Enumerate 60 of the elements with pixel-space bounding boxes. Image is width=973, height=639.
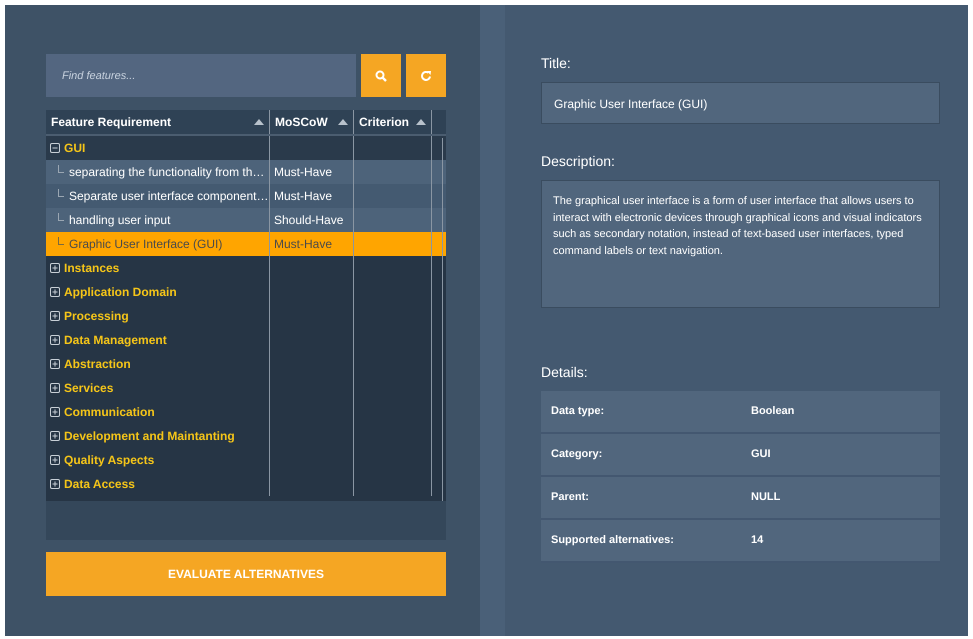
detail-key: Category: [551,448,602,460]
branch-line-icon [58,213,64,221]
moscow-value: Must-Have [274,188,332,205]
feature-name: Separate user interface component… [69,188,268,205]
feature-name: Graphic User Interface (GUI) [69,236,222,253]
expand-icon[interactable] [50,311,60,321]
detail-value: 14 [751,533,764,548]
group-label[interactable]: Processing [64,307,129,325]
group-label[interactable]: Data Access [64,475,135,493]
section-label: Details: [541,363,589,382]
sort-icon [254,119,264,125]
expand-icon[interactable] [50,263,60,273]
sort-icon [338,119,348,125]
column-header[interactable]: MoSCoW [270,110,354,134]
tree-row[interactable]: Graphic User Interface (GUI) Must-Have [46,232,446,256]
detail-value: GUI [751,447,771,462]
tree-row[interactable]: separating the functionality from th… Must-Have [46,160,446,184]
group-label[interactable]: Data Management [64,331,167,349]
refresh-icon [420,70,432,82]
tree-row[interactable]: Separate user interface component… Must-Have [46,184,446,208]
sort-icon [416,119,426,125]
expand-icon[interactable] [50,407,60,417]
group-label[interactable]: Application Domain [64,283,177,301]
expand-icon[interactable] [50,383,60,393]
expand-icon[interactable] [50,431,60,441]
group-label[interactable]: Abstraction [64,355,131,373]
detail-key: Parent: [551,491,589,504]
branch-line-icon [58,237,64,245]
title-field[interactable]: Graphic User Interface (GUI) [541,82,940,124]
group-label[interactable]: Communication [64,403,155,421]
expand-icon[interactable] [50,287,60,297]
expand-icon[interactable] [50,455,60,465]
search-field[interactable]: Find features... [46,54,356,97]
collapse-icon[interactable] [50,143,60,153]
moscow-value: Must-Have [274,236,332,253]
expand-icon[interactable] [50,359,60,369]
group-label[interactable]: Instances [64,259,120,277]
branch-line-icon [58,189,64,197]
description-field[interactable]: The graphical user interface is a form of user interface that allows users to interact with electronic devices through graphical icons and visual indicators such as secondary notation, instead of text-based user interfaces, typed command labels or text navigation. [541,180,940,308]
tree-row[interactable]: handling user input Should-Have [46,208,446,232]
group-label[interactable]: GUI [64,139,86,157]
feature-name: separating the functionality from th… [69,164,264,181]
column-header[interactable]: Criterion [354,110,432,134]
group-label[interactable]: Services [64,379,114,397]
detail-key: Supported alternatives: [551,534,674,546]
group-label[interactable]: Development and Maintanting [64,427,235,445]
detail-key: Data type: [551,405,604,418]
search-icon [375,70,387,82]
expand-icon[interactable] [50,335,60,345]
moscow-value: Should-Have [274,212,344,229]
moscow-value: Must-Have [274,164,332,181]
detail-value: Boolean [751,404,794,420]
group-label[interactable]: Quality Aspects [64,451,154,469]
feature-name: handling user input [69,212,170,229]
branch-line-icon [58,165,64,173]
expand-icon[interactable] [50,479,60,489]
detail-value: NULL [751,490,780,506]
column-header[interactable]: Feature Requirement [46,110,270,134]
field-label: Title: [541,54,572,73]
field-label: Description: [541,152,616,171]
